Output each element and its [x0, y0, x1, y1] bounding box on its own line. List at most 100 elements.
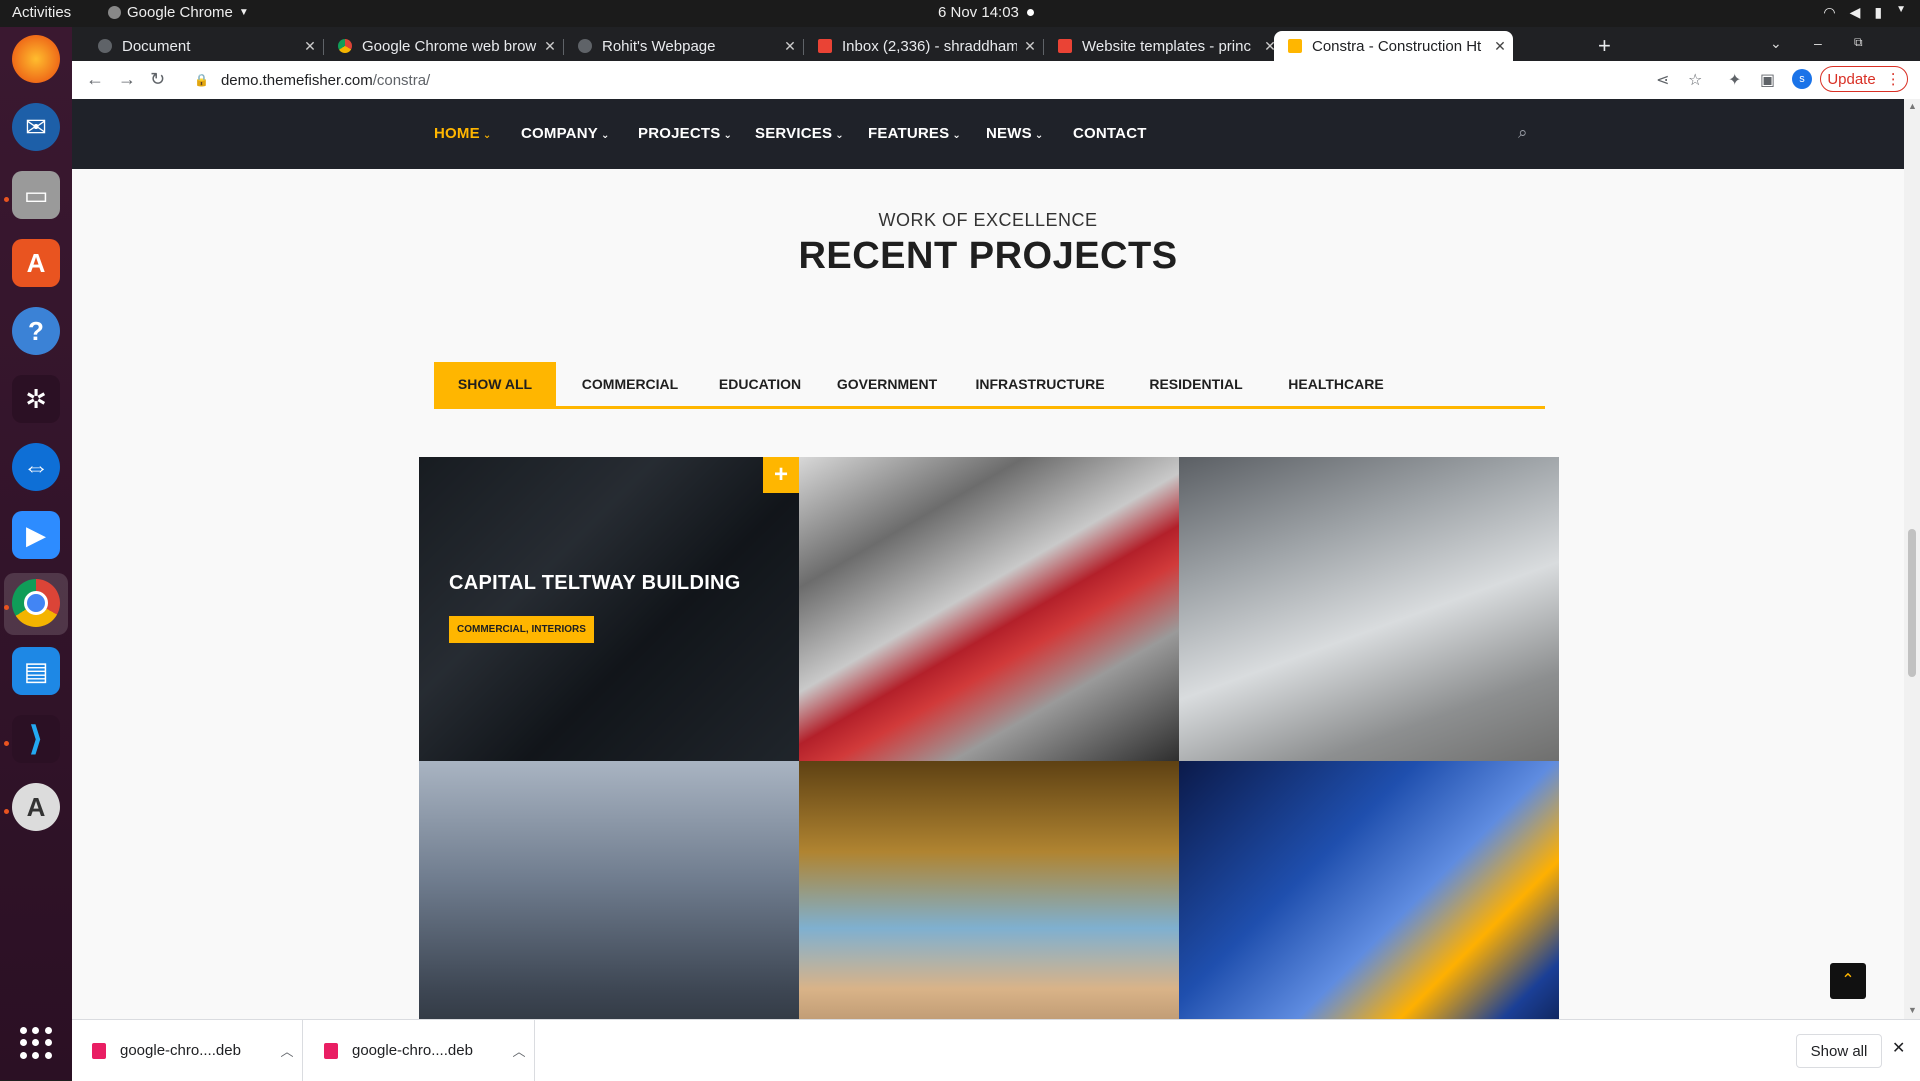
project-card-pier-bridge-image[interactable]: [799, 761, 1179, 1019]
clock-label: 6 Nov 14:03: [938, 4, 1019, 21]
tab-chrome-web-browser[interactable]: Google Chrome web brow ✕: [324, 31, 563, 61]
close-icon[interactable]: ✕: [297, 38, 323, 55]
app-menu-label: Google Chrome: [127, 4, 233, 21]
restore-icon[interactable]: ⧉: [1854, 35, 1863, 50]
share-icon[interactable]: ⋖: [1656, 70, 1669, 90]
caret-down-icon: ⌄: [482, 130, 492, 141]
close-icon[interactable]: ✕: [1017, 38, 1043, 55]
download-item[interactable]: google-chro....deb ︿: [304, 1020, 535, 1081]
teamviewer-icon[interactable]: ⇔: [12, 443, 60, 491]
software-updater-icon[interactable]: A: [12, 783, 60, 831]
gmail-icon: [1058, 39, 1072, 53]
clock[interactable]: 6 Nov 14:03: [938, 4, 1034, 21]
tab-constra[interactable]: Constra - Construction Ht ✕: [1274, 31, 1513, 61]
filter-healthcare[interactable]: HEALTHCARE: [1270, 362, 1402, 406]
zoom-icon[interactable]: ▶: [12, 511, 60, 559]
forward-icon[interactable]: →: [118, 69, 136, 90]
software-center-icon[interactable]: A: [12, 239, 60, 287]
nav-services[interactable]: SERVICES ⌄: [755, 125, 844, 142]
side-panel-icon[interactable]: ▣: [1760, 70, 1775, 90]
tab-title: Google Chrome web brow: [362, 37, 537, 55]
site-nav: HOME ⌄ COMPANY ⌄ PROJECTS ⌄ SERVICES ⌄ FEATU…: [72, 99, 1904, 169]
filter-commercial[interactable]: COMMERCIAL: [556, 362, 704, 406]
wifi-icon: ◠: [1823, 4, 1836, 20]
nav-company[interactable]: COMPANY ⌄: [521, 125, 610, 142]
project-card-centre-pompidou-image[interactable]: [799, 457, 1179, 761]
close-icon[interactable]: ✕: [1487, 38, 1513, 55]
chrome-icon: [108, 6, 121, 19]
plus-icon[interactable]: +: [763, 457, 799, 493]
notification-dot-icon: [1026, 9, 1034, 16]
globe-icon: [98, 39, 112, 53]
nav-contact[interactable]: CONTACT: [1073, 125, 1147, 142]
back-to-top-button[interactable]: ⌃: [1830, 963, 1866, 999]
nav-features[interactable]: FEATURES ⌄: [868, 125, 961, 142]
show-all-button[interactable]: Show all: [1796, 1034, 1882, 1068]
download-item[interactable]: google-chro....deb ︿: [72, 1020, 303, 1081]
files-icon[interactable]: ▭: [12, 171, 60, 219]
nav-projects[interactable]: PROJECTS ⌄: [638, 125, 732, 142]
download-filename: google-chro....deb: [352, 1042, 473, 1059]
minimize-icon[interactable]: –: [1814, 35, 1822, 51]
page-scrollbar[interactable]: ▲ ▼: [1904, 99, 1920, 1019]
chevron-up-icon[interactable]: ︿: [504, 1041, 534, 1060]
firefox-icon[interactable]: [12, 35, 60, 83]
nav-label: CONTACT: [1073, 125, 1147, 142]
filter-infrastructure[interactable]: INFRASTRUCTURE: [958, 362, 1122, 406]
slack-icon[interactable]: ✲: [12, 375, 60, 423]
vscode-icon[interactable]: ⟩: [12, 715, 60, 763]
project-filter-bar: SHOW ALL COMMERCIAL EDUCATION GOVERNMENT…: [434, 362, 1545, 409]
tab-document[interactable]: Document ✕: [84, 31, 323, 61]
tab-website-templates[interactable]: Website templates - princ ✕: [1044, 31, 1283, 61]
project-card-blue-glass-tower-image[interactable]: [1179, 761, 1559, 1019]
show-applications-icon[interactable]: [20, 1027, 52, 1059]
project-card-office-towers-image[interactable]: [419, 761, 799, 1019]
system-tray[interactable]: ◠ ◀ ▮ ▼: [1823, 4, 1906, 21]
writer-icon[interactable]: ▤: [12, 647, 60, 695]
close-icon[interactable]: ✕: [537, 38, 563, 55]
update-button[interactable]: Update ⋮: [1820, 66, 1908, 92]
nav-home[interactable]: HOME ⌄: [434, 125, 491, 142]
chrome-icon[interactable]: [12, 579, 60, 627]
project-tag[interactable]: COMMERCIAL, INTERIORS: [449, 616, 594, 643]
tab-search-icon[interactable]: ⌄: [1770, 35, 1782, 52]
new-tab-button[interactable]: +: [1598, 33, 1611, 59]
profile-avatar[interactable]: s: [1792, 69, 1812, 89]
close-icon[interactable]: ✕: [1892, 1038, 1905, 1058]
constra-favicon-icon: [1288, 39, 1302, 53]
filter-show-all[interactable]: SHOW ALL: [434, 362, 556, 406]
nav-news[interactable]: NEWS ⌄: [986, 125, 1043, 142]
chevron-up-icon[interactable]: ︿: [272, 1041, 302, 1060]
browser-toolbar: ← → ↻ 🔒 demo.themefisher.com /constra/ ⋖…: [72, 61, 1920, 100]
activities-button[interactable]: Activities: [12, 4, 71, 21]
search-icon[interactable]: ⌕: [1518, 123, 1528, 143]
volume-icon: ◀: [1849, 4, 1861, 20]
back-icon[interactable]: ←: [86, 69, 104, 90]
scroll-down-icon[interactable]: ▼: [1908, 1005, 1917, 1015]
help-icon[interactable]: ?: [12, 307, 60, 355]
address-bar[interactable]: 🔒 demo.themefisher.com /constra/: [180, 65, 1720, 95]
close-icon[interactable]: ✕: [777, 38, 803, 55]
reload-icon[interactable]: ↻: [150, 69, 165, 90]
project-card-capital-teltway[interactable]: CAPITAL TELTWAY BUILDING COMMERCIAL, INT…: [419, 457, 799, 761]
filter-government[interactable]: GOVERNMENT: [816, 362, 958, 406]
deb-file-icon: [92, 1042, 106, 1059]
tab-title: Constra - Construction Ht: [1312, 37, 1482, 55]
tab-inbox[interactable]: Inbox (2,336) - shraddham ✕: [804, 31, 1043, 61]
scrollbar-thumb[interactable]: [1908, 529, 1916, 677]
scroll-up-icon[interactable]: ▲: [1908, 101, 1917, 111]
filter-residential[interactable]: RESIDENTIAL: [1122, 362, 1270, 406]
tab-title: Inbox (2,336) - shraddham: [842, 37, 1017, 55]
extensions-icon[interactable]: ✦: [1728, 70, 1741, 90]
tab-rohits-webpage[interactable]: Rohit's Webpage ✕: [564, 31, 803, 61]
filter-education[interactable]: EDUCATION: [704, 362, 816, 406]
project-card-glass-facade-image[interactable]: [1179, 457, 1559, 761]
thunderbird-icon[interactable]: ✉: [12, 103, 60, 151]
download-filename: google-chro....deb: [120, 1042, 241, 1059]
gmail-icon: [818, 39, 832, 53]
app-menu[interactable]: Google Chrome ▼: [108, 4, 249, 21]
bookmark-star-icon[interactable]: ☆: [1688, 70, 1702, 90]
chrome-icon: [338, 39, 352, 53]
tab-title: Website templates - princ: [1082, 37, 1251, 55]
caret-down-icon: ⌄: [952, 130, 961, 141]
